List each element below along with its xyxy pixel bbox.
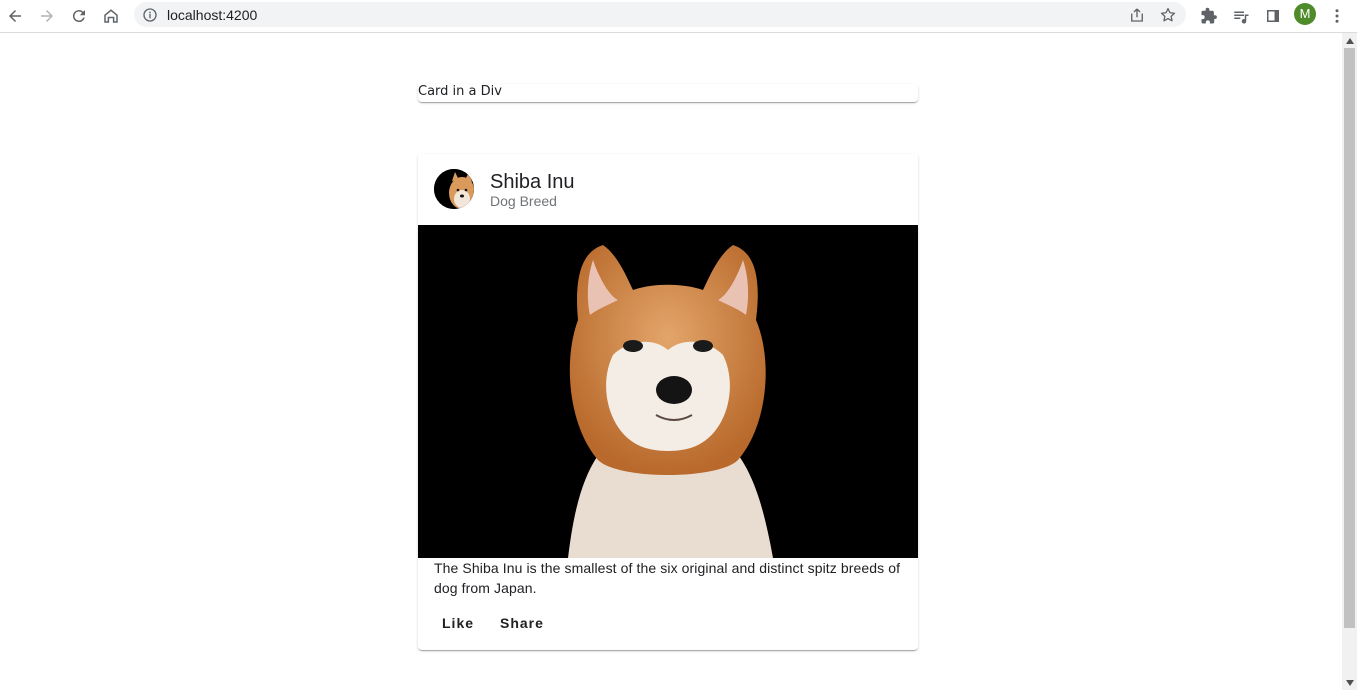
- reload-icon[interactable]: [66, 3, 92, 29]
- forward-icon[interactable]: [34, 3, 60, 29]
- scroll-thumb[interactable]: [1344, 48, 1355, 628]
- reading-list-icon[interactable]: [1228, 3, 1254, 29]
- card-title: Shiba Inu: [490, 171, 575, 193]
- url-text[interactable]: localhost:4200: [167, 7, 257, 23]
- address-bar[interactable]: localhost:4200: [134, 2, 1186, 27]
- like-button[interactable]: Like: [434, 611, 482, 635]
- avatar: [434, 169, 474, 209]
- page-scrollbar[interactable]: [1342, 33, 1357, 690]
- star-icon[interactable]: [1159, 6, 1177, 24]
- share-icon[interactable]: [1128, 6, 1146, 24]
- card-description: The Shiba Inu is the smallest of the six…: [434, 560, 901, 596]
- browser-toolbar: localhost:4200 M: [0, 0, 1357, 33]
- breed-card: Shiba Inu Dog Breed The Shiba Inu is the…: [418, 154, 918, 650]
- shiba-inu-photo: [418, 225, 918, 558]
- scroll-down-arrow-icon[interactable]: [1342, 675, 1357, 690]
- extensions-icon[interactable]: [1196, 3, 1222, 29]
- scroll-up-arrow-icon[interactable]: [1342, 33, 1357, 48]
- profile-avatar[interactable]: M: [1294, 3, 1316, 25]
- simple-card: Card in a Div: [418, 84, 918, 102]
- back-icon[interactable]: [2, 3, 28, 29]
- simple-card-text: Card in a Div: [418, 84, 502, 99]
- home-icon[interactable]: [98, 3, 124, 29]
- menu-icon[interactable]: [1324, 3, 1350, 29]
- info-icon[interactable]: [142, 7, 158, 23]
- share-button[interactable]: Share: [492, 611, 552, 635]
- card-subtitle: Dog Breed: [490, 193, 557, 209]
- side-panel-icon[interactable]: [1260, 3, 1286, 29]
